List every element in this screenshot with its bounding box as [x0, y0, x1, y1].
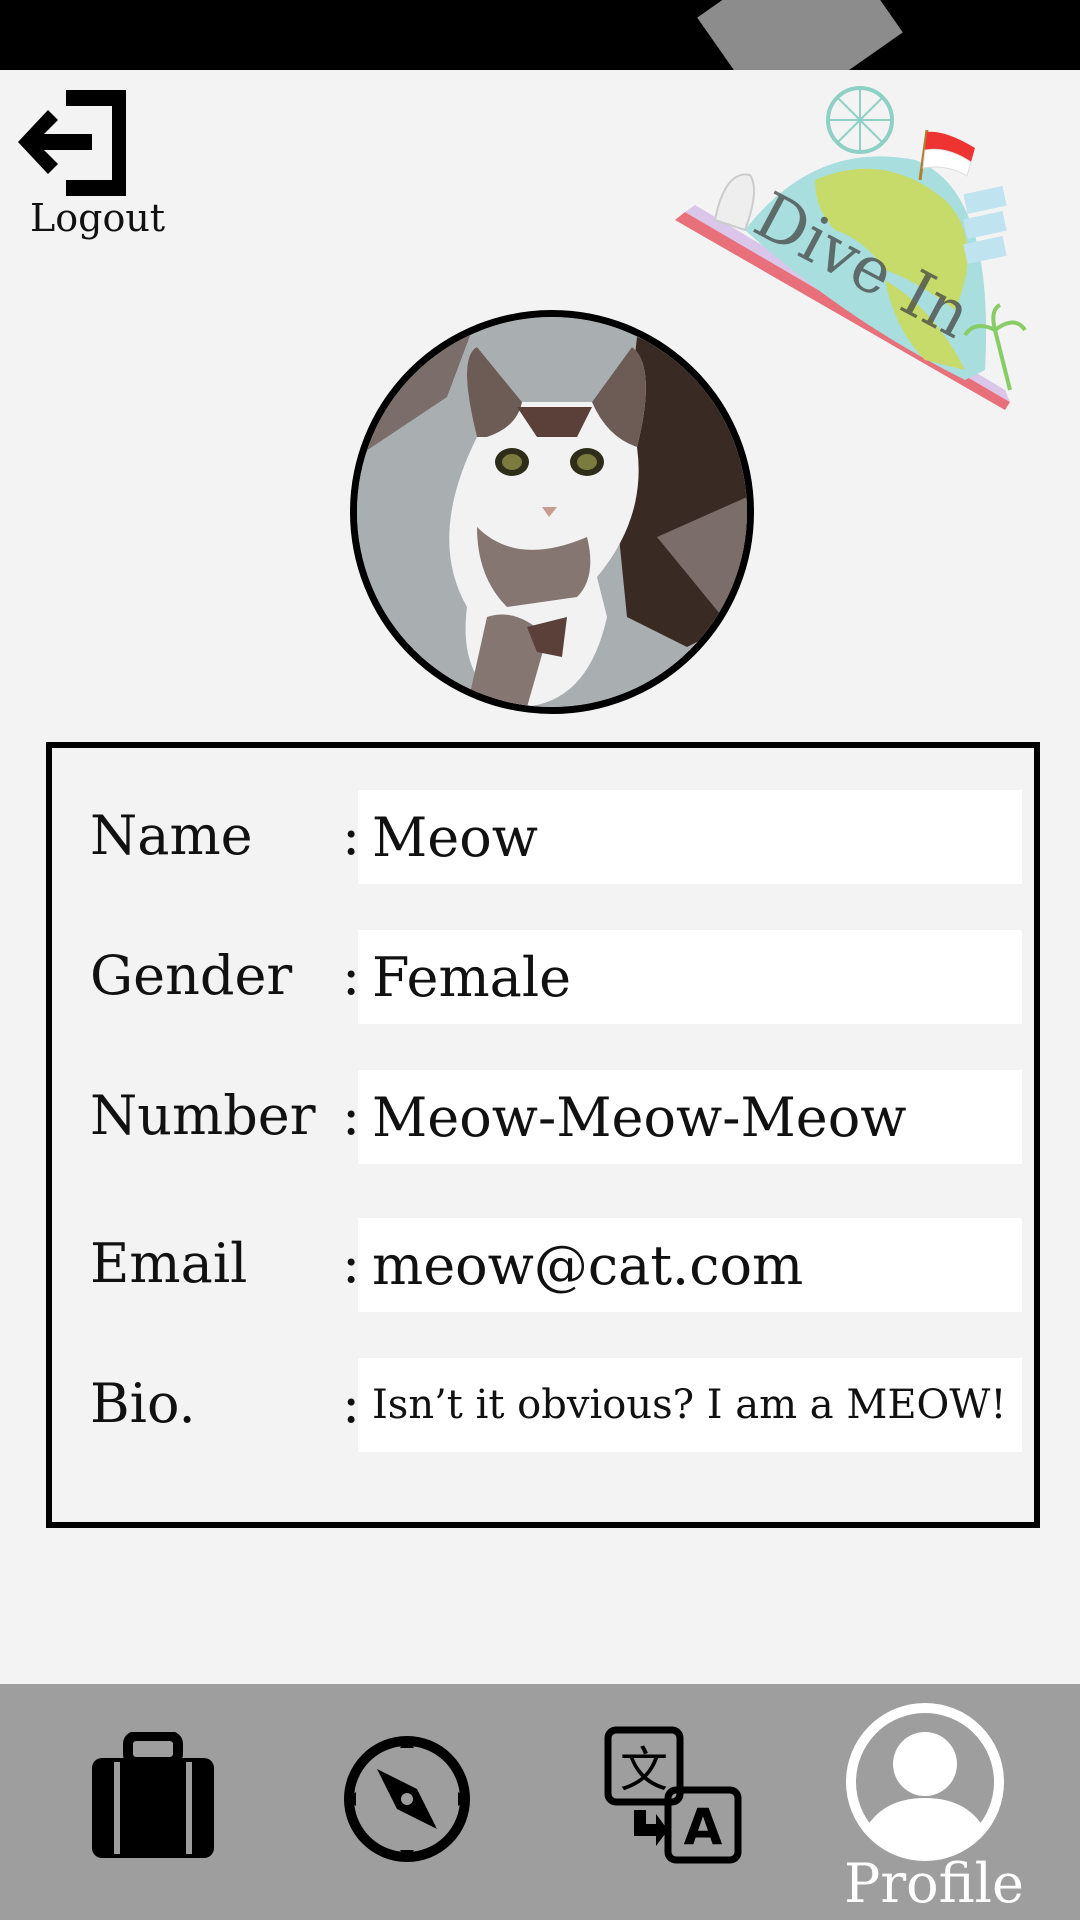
bio-field[interactable]: Isn’t it obvious? I am a MEOW!: [358, 1358, 1022, 1452]
gender-field[interactable]: Female: [358, 930, 1022, 1024]
nav-label-profile: Profile: [844, 1852, 1024, 1915]
profile-row-gender: Gender : Female: [52, 930, 1034, 1024]
profile-row-bio: Bio. : Isn’t it obvious? I am a MEOW!: [52, 1358, 1034, 1452]
avatar[interactable]: [350, 310, 754, 714]
svg-text:文: 文: [620, 1742, 668, 1798]
dive-in-logo: Dive In: [665, 80, 1045, 420]
bio-label: Bio.: [90, 1372, 196, 1435]
profile-card: Name : Meow Gender : Female Number : Meo…: [46, 742, 1040, 1528]
cat-avatar-image: [357, 317, 747, 707]
compass-icon: [344, 1736, 470, 1862]
number-label: Number: [90, 1084, 316, 1147]
profile-row-email: Email : meow@cat.com: [52, 1218, 1034, 1312]
email-label: Email: [90, 1232, 248, 1295]
profile-row-name: Name : Meow: [52, 790, 1034, 884]
nav-item-explore[interactable]: [342, 1734, 472, 1864]
gender-label: Gender: [90, 944, 293, 1007]
nav-item-translate[interactable]: 文 A: [604, 1726, 744, 1866]
profile-row-number: Number : Meow-Meow-Meow: [52, 1070, 1034, 1164]
logout-icon: [18, 90, 126, 196]
bottom-nav: 文 A Profile: [0, 1684, 1080, 1920]
name-label: Name: [90, 804, 253, 867]
nav-item-profile[interactable]: Profile: [844, 1702, 1024, 1916]
email-field[interactable]: meow@cat.com: [358, 1218, 1022, 1312]
number-field[interactable]: Meow-Meow-Meow: [358, 1070, 1022, 1164]
logout-button[interactable]: Logout: [14, 84, 174, 244]
status-bar: [0, 0, 1080, 70]
suitcase-icon: [92, 1731, 214, 1858]
nav-item-trips[interactable]: [88, 1731, 218, 1862]
translate-icon: 文 A: [604, 1726, 742, 1864]
name-field[interactable]: Meow: [358, 790, 1022, 884]
svg-text:A: A: [684, 1798, 723, 1856]
status-bar-decoration: [697, 0, 903, 70]
user-profile-icon: [846, 1703, 1004, 1861]
logout-label: Logout: [30, 196, 166, 240]
